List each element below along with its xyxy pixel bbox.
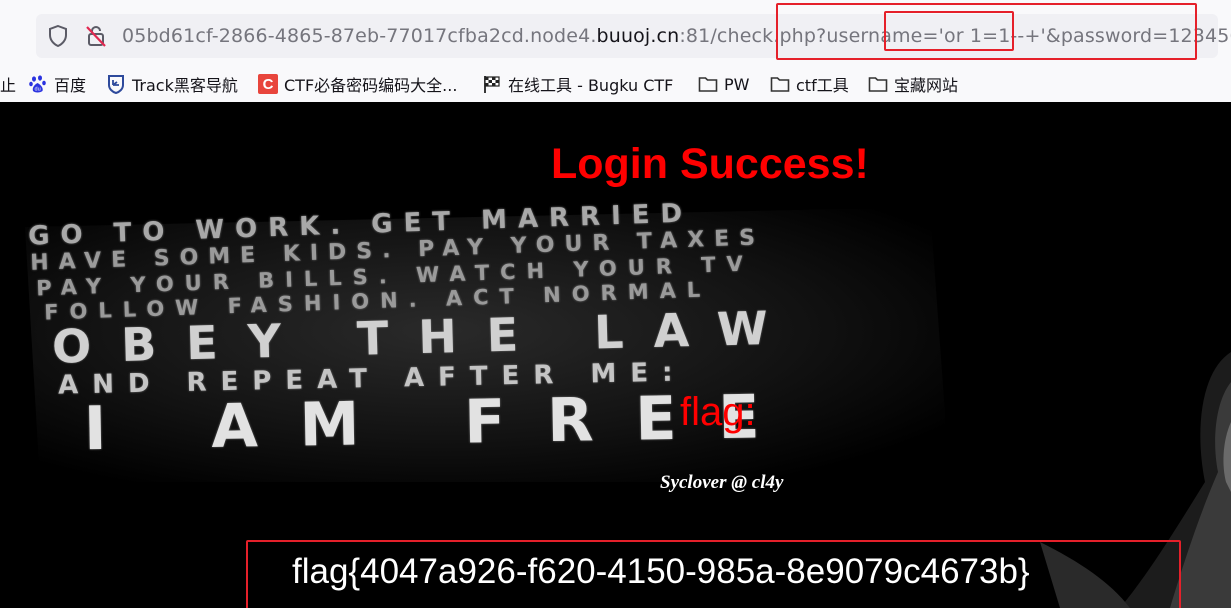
baidu-paw-icon: du <box>28 74 48 94</box>
url-prefix: 05bd61cf-2866-4865-87eb-77017cfba2cd.nod… <box>122 25 597 47</box>
ctf-c-icon: C <box>258 74 278 94</box>
url-suffix: :81/check.php?username='or 1=1--+'&passw… <box>679 25 1231 47</box>
bookmark-label: 止 <box>0 76 17 95</box>
bookmark-label: ctf工具 <box>796 76 849 95</box>
folder-icon <box>698 74 718 94</box>
svg-text:du: du <box>35 87 41 93</box>
bookmark-item-partial[interactable]: 止 <box>0 71 16 97</box>
bookmarks-toolbar: 止 du 百度 Track黑客导航 C CTF必备密码编码大全... 在线工具 … <box>0 68 1231 98</box>
not-secure-lock-icon[interactable] <box>84 24 108 48</box>
author-signature: Syclover @ cl4y <box>660 472 784 493</box>
url-host: buuoj.cn <box>596 25 680 47</box>
shield-icon[interactable] <box>46 24 70 48</box>
bookmark-item-bugku[interactable]: 在线工具 - Bugku CTF <box>482 71 673 97</box>
folder-icon <box>868 74 888 94</box>
bookmark-folder-treasure-sites[interactable]: 宝藏网站 <box>868 71 958 97</box>
checkered-flag-icon <box>482 74 502 94</box>
flag-label: flag: <box>680 390 756 434</box>
flag-value-text: flag{4047a926-f620-4150-985a-8e9079c4673… <box>292 552 1030 591</box>
bookmark-label: 宝藏网站 <box>894 76 959 95</box>
bookmark-label: PW <box>724 74 750 94</box>
bookmark-item-track[interactable]: Track黑客导航 <box>106 71 238 97</box>
folder-icon <box>770 74 790 94</box>
browser-chrome: 05bd61cf-2866-4865-87eb-77017cfba2cd.nod… <box>0 0 1231 102</box>
bookmark-label: Track黑客导航 <box>132 76 238 95</box>
bookmark-folder-ctf-tools[interactable]: ctf工具 <box>770 71 849 97</box>
track-shield-icon <box>106 74 126 94</box>
bookmark-item-ctf-encoding[interactable]: C CTF必备密码编码大全... <box>258 71 457 97</box>
web-page: GO TO WORK. GET MARRIED HAVE SOME KIDS. … <box>0 102 1231 608</box>
bookmark-label: CTF必备密码编码大全... <box>284 76 458 95</box>
address-bar[interactable]: 05bd61cf-2866-4865-87eb-77017cfba2cd.nod… <box>36 14 1231 58</box>
login-success-title: Login Success! <box>551 140 869 188</box>
bookmark-label: 在线工具 - Bugku CTF <box>508 76 674 95</box>
bookmark-item-baidu[interactable]: du 百度 <box>28 71 86 97</box>
bookmark-label: 百度 <box>54 76 87 95</box>
url-text[interactable]: 05bd61cf-2866-4865-87eb-77017cfba2cd.nod… <box>122 25 1231 47</box>
bookmark-folder-pw[interactable]: PW <box>698 71 749 97</box>
